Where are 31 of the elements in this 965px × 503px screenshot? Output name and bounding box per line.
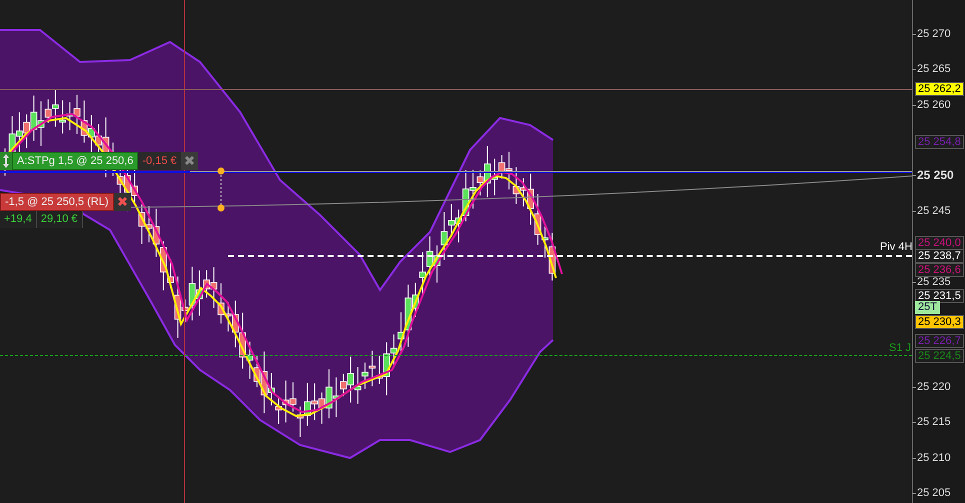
order-pnl: -0,15 € [138,152,181,170]
order-label[interactable]: A:STPg 1,5 @ 25 250,6 [12,152,138,170]
price-label: 25 240,0 [915,236,964,250]
position-profit: 29,10 € [36,211,83,228]
price-label: 25 231,5 [915,289,964,303]
price-label: 25 238,7 [915,249,964,263]
order-label[interactable]: -1,5 @ 25 250,5 (RL) [0,193,114,211]
price-label: 25 224,5 [915,349,964,363]
axis-tick-label: 25 260 [917,99,951,111]
axis-tick-label: 25 210 [917,452,951,464]
order-link-drawing [216,166,226,214]
price-label: 25 236,6 [915,263,964,277]
axis-tick-label: 25 205 [917,487,951,499]
position-points: +19,4 [0,211,37,228]
price-label: 25 262,2 [915,82,964,96]
axis-tick-label: 25 235 [917,276,951,288]
price-label: 25 230,3 [915,315,964,329]
axis-tick-label: 25 220 [917,381,951,393]
axis-tick-label: 25 250 [917,169,954,181]
axis-tick-label: 25 265 [917,63,951,75]
axis-tick-label: 25 215 [917,416,951,428]
price-label: 25 254,8 [915,135,964,149]
close-icon[interactable] [114,193,130,211]
price-label: 25 226,7 [915,334,964,348]
level-label: Piv 4H [880,241,912,253]
axis-tick-label: 25 270 [917,28,951,40]
axis-tick-label: 25 245 [917,205,951,217]
close-icon[interactable] [180,152,198,170]
tick-badge: 25T [915,301,940,314]
level-label: S1 J [889,342,912,354]
updown-arrow-icon[interactable] [0,152,12,170]
